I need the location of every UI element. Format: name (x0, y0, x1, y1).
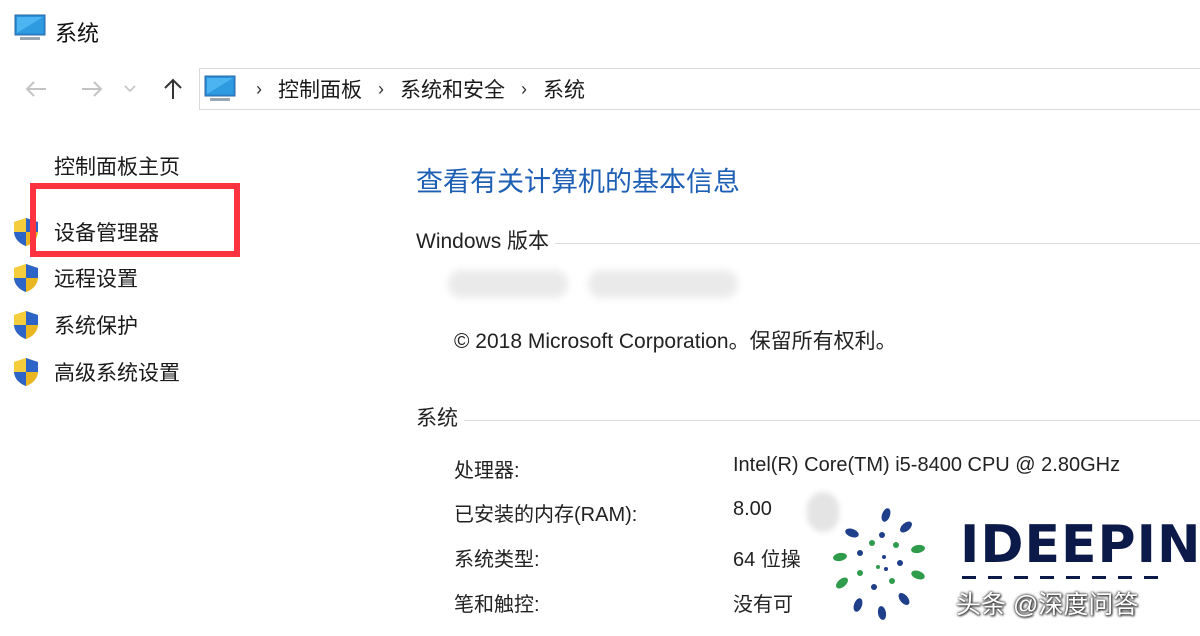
title-bar: 系统 (0, 0, 1200, 58)
sidebar-item-system-protection[interactable]: 系统保护 (10, 308, 138, 342)
ideepin-logo-icon (833, 508, 925, 620)
watermark-brand: IDEEPIN (960, 515, 1200, 575)
breadcrumb-system-security[interactable]: 系统和安全 (400, 74, 505, 104)
up-button[interactable] (158, 74, 188, 104)
breadcrumb-separator: › (256, 78, 262, 99)
section-divider (464, 419, 1200, 421)
sidebar-item-remote-settings[interactable]: 远程设置 (10, 261, 138, 295)
address-bar[interactable]: › 控制面板 › 系统和安全 › 系统 (199, 68, 1200, 110)
sidebar-home-link[interactable]: 控制面板主页 (54, 151, 180, 181)
watermark-caption: 头条 @深度问答 (956, 591, 1139, 619)
arrow-right-icon (82, 81, 103, 97)
sidebar-item-device-manager[interactable]: 设备管理器 (10, 215, 159, 249)
arrow-up-icon (164, 78, 182, 99)
breadcrumb-separator: › (378, 78, 384, 99)
arrow-left-icon (25, 81, 46, 97)
windows-edition-section: Windows 版本 (416, 225, 1200, 255)
watermark: IDEEPIN 头条 @深度问答 (826, 505, 1200, 636)
sidebar-item-label: 系统保护 (54, 315, 138, 338)
info-label: 处理器: (454, 460, 520, 482)
recent-locations-button[interactable] (120, 74, 140, 104)
sidebar-item-advanced-settings[interactable]: 高级系统设置 (10, 355, 180, 389)
info-label: 已安装的内存(RAM): (454, 504, 638, 526)
breadcrumb-system[interactable]: 系统 (543, 74, 585, 104)
copyright-text: © 2018 Microsoft Corporation。保留所有权利。 (454, 330, 897, 353)
window-title: 系统 (55, 21, 100, 46)
chevron-down-icon (124, 85, 136, 93)
computer-icon (204, 75, 236, 101)
navigation-bar: › 控制面板 › 系统和安全 › 系统 (0, 66, 1200, 112)
blurred-edition-text (448, 270, 748, 298)
watermark-subtitle-dots (962, 576, 1158, 579)
info-value: 8.00 (733, 498, 772, 520)
info-label: 笔和触控: (454, 594, 540, 616)
shield-icon (14, 358, 38, 386)
shield-icon (14, 311, 38, 339)
section-heading: 系统 (416, 407, 458, 430)
forward-button[interactable] (77, 74, 107, 104)
info-value: Intel(R) Core(TM) i5-8400 CPU @ 2.80GHz (733, 454, 1121, 476)
info-label: 系统类型: (454, 549, 540, 571)
sidebar-item-label: 设备管理器 (54, 222, 159, 245)
section-heading: Windows 版本 (416, 230, 550, 253)
sidebar: 控制面板主页 设备管理器 远程设置 系统保护 高级系统设置 (0, 140, 380, 636)
computer-icon (14, 14, 46, 40)
breadcrumb-separator: › (521, 78, 527, 99)
page-title: 查看有关计算机的基本信息 (416, 167, 740, 197)
breadcrumb: › 控制面板 › 系统和安全 › 系统 (240, 69, 585, 109)
info-value: 没有可 (733, 594, 793, 616)
sidebar-item-label: 高级系统设置 (54, 362, 180, 385)
shield-icon (14, 218, 38, 246)
info-row-processor: 处理器: Intel(R) Core(TM) i5-8400 CPU @ 2.8… (454, 454, 1200, 484)
breadcrumb-control-panel[interactable]: 控制面板 (278, 74, 362, 104)
sidebar-item-label: 远程设置 (54, 268, 138, 291)
shield-icon (14, 264, 38, 292)
system-section: 系统 (416, 402, 1200, 432)
back-button[interactable] (21, 74, 51, 104)
section-divider (555, 242, 1200, 244)
info-value: 64 位操 (733, 549, 801, 571)
